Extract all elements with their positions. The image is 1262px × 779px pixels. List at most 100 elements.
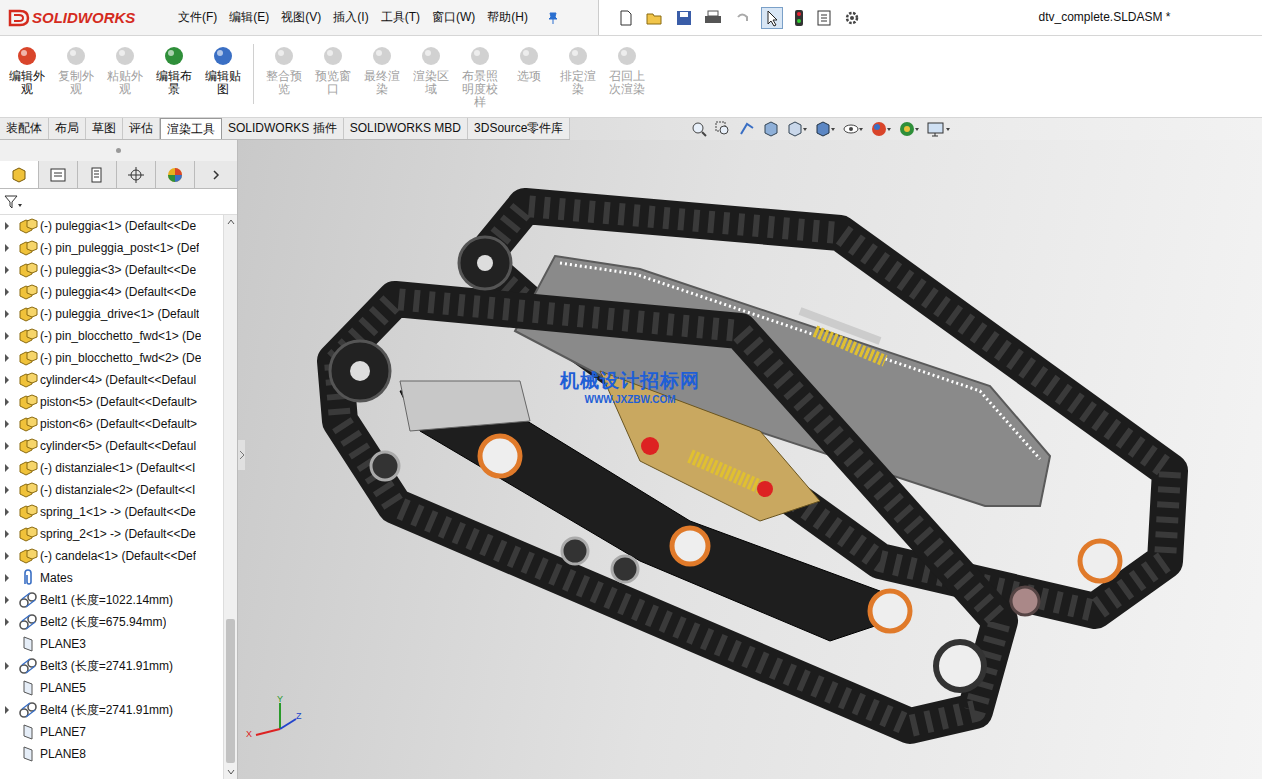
tree-item[interactable]: PLANE3 <box>0 633 223 655</box>
configuration-manager-tab[interactable] <box>78 161 117 188</box>
zoom-area-icon[interactable] <box>714 120 732 138</box>
new-document-icon[interactable] <box>617 9 635 27</box>
expand-arrow-icon[interactable] <box>3 573 11 583</box>
open-folder-icon[interactable] <box>645 9 665 27</box>
tree-item[interactable]: spring_2<1> -> (Default<<De <box>0 523 223 545</box>
display-style-icon[interactable] <box>814 120 836 138</box>
tree-item[interactable]: (-) puleggia<1> (Default<<De <box>0 215 223 237</box>
command-tab[interactable]: 装配体 <box>0 118 49 139</box>
tree-item[interactable]: (-) puleggia<4> (Default<<De <box>0 281 223 303</box>
ribbon-button[interactable]: 编辑布景 <box>152 44 196 96</box>
command-tab[interactable]: 渲染工具 <box>160 118 222 139</box>
property-manager-tab[interactable] <box>39 161 78 188</box>
expand-arrow-icon[interactable] <box>3 661 11 671</box>
expand-arrow-icon[interactable] <box>3 507 11 517</box>
traffic-light-icon[interactable] <box>793 9 805 27</box>
ribbon-button[interactable]: 粘贴外观 <box>103 44 147 96</box>
expand-arrow-icon[interactable] <box>3 309 11 319</box>
ribbon-button[interactable]: 预览窗口 <box>311 44 355 96</box>
panel-handle[interactable] <box>0 140 237 161</box>
ribbon-button[interactable]: 布景照明度校样 <box>458 44 502 110</box>
expand-arrow-icon[interactable] <box>3 331 11 341</box>
more-tabs-arrow[interactable] <box>195 161 237 188</box>
expand-arrow-icon[interactable] <box>3 441 11 451</box>
command-tab[interactable]: SOLIDWORKS 插件 <box>222 118 344 139</box>
expand-arrow-icon[interactable] <box>3 551 11 561</box>
view-settings-monitor-icon[interactable] <box>926 120 952 138</box>
zoom-fit-icon[interactable] <box>690 120 708 138</box>
scroll-down-icon[interactable] <box>227 769 235 775</box>
expand-arrow-icon[interactable] <box>3 485 11 495</box>
view-orientation-icon[interactable] <box>786 120 808 138</box>
file-properties-icon[interactable] <box>815 9 833 27</box>
expand-arrow-icon[interactable] <box>3 529 11 539</box>
ribbon-button[interactable]: 排定渲染 <box>556 44 600 96</box>
pin-icon[interactable] <box>546 11 560 25</box>
hide-show-items-icon[interactable] <box>842 120 864 138</box>
tree-item[interactable]: (-) pin_blocchetto_fwd<2> (De <box>0 347 223 369</box>
edit-appearance-icon[interactable] <box>870 120 892 138</box>
tree-item[interactable]: (-) pin_puleggia_post<1> (Def <box>0 237 223 259</box>
expand-arrow-icon[interactable] <box>3 419 11 429</box>
collapse-panel-handle[interactable] <box>238 440 245 470</box>
expand-arrow-icon[interactable] <box>3 397 11 407</box>
ribbon-button[interactable]: 最终渲染 <box>360 44 404 96</box>
dimxpert-tab[interactable] <box>117 161 156 188</box>
scroll-up-icon[interactable] <box>227 219 235 225</box>
save-icon[interactable] <box>675 9 693 27</box>
menu-item[interactable]: 窗口(W) <box>432 9 475 26</box>
menu-item[interactable]: 编辑(E) <box>229 9 269 26</box>
undo-icon[interactable] <box>733 9 751 27</box>
previous-view-icon[interactable] <box>738 120 756 138</box>
expand-arrow-icon[interactable] <box>3 705 11 715</box>
tree-item[interactable]: (-) distanziale<1> (Default<<I <box>0 457 223 479</box>
tracked-vehicle-model[interactable] <box>238 140 1262 776</box>
tree-item[interactable]: piston<6> (Default<<Default> <box>0 413 223 435</box>
section-view-icon[interactable] <box>762 120 780 138</box>
expand-arrow-icon[interactable] <box>3 221 11 231</box>
expand-arrow-icon[interactable] <box>3 243 11 253</box>
menu-item[interactable]: 工具(T) <box>381 9 420 26</box>
tree-item[interactable]: PLANE5 <box>0 677 223 699</box>
tree-item[interactable]: PLANE7 <box>0 721 223 743</box>
command-tab[interactable]: 草图 <box>86 118 123 139</box>
menu-item[interactable]: 插入(I) <box>333 9 368 26</box>
expand-arrow-icon[interactable] <box>3 463 11 473</box>
options-gear-icon[interactable] <box>843 9 861 27</box>
tree-item[interactable]: (-) puleggia_drive<1> (Default <box>0 303 223 325</box>
menu-item[interactable]: 视图(V) <box>281 9 321 26</box>
tree-scrollbar[interactable] <box>223 215 237 779</box>
ribbon-button[interactable]: 选项 <box>507 44 551 83</box>
apply-scene-icon[interactable] <box>898 120 920 138</box>
ribbon-button[interactable]: 渲染区域 <box>409 44 453 96</box>
ribbon-button[interactable]: 编辑外观 <box>5 44 49 96</box>
tree-item[interactable]: spring_1<1> -> (Default<<De <box>0 501 223 523</box>
expand-arrow-icon[interactable] <box>3 265 11 275</box>
tree-item[interactable]: Belt4 (长度=2741.91mm) <box>0 699 223 721</box>
expand-arrow-icon[interactable] <box>3 287 11 297</box>
tree-item[interactable]: (-) distanziale<2> (Default<<I <box>0 479 223 501</box>
command-tab[interactable]: 布局 <box>49 118 86 139</box>
ribbon-button[interactable]: 召回上次渲染 <box>605 44 649 96</box>
print-icon[interactable] <box>703 9 723 27</box>
tree-item[interactable]: Belt3 (长度=2741.91mm) <box>0 655 223 677</box>
menu-item[interactable]: 文件(F) <box>178 9 217 26</box>
tree-item[interactable]: (-) candela<1> (Default<<Def <box>0 545 223 567</box>
tree-item[interactable]: Mates <box>0 567 223 589</box>
expand-arrow-icon[interactable] <box>3 617 11 627</box>
ribbon-button[interactable]: 整合预览 <box>262 44 306 96</box>
tree-item[interactable]: piston<5> (Default<<Default> <box>0 391 223 413</box>
menu-item[interactable]: 帮助(H) <box>487 9 528 26</box>
tree-filter[interactable] <box>0 189 237 215</box>
select-arrow-icon[interactable] <box>761 7 783 29</box>
graphics-area[interactable]: 机械设计招标网WWW.JXZBW.COMYXZ <box>238 140 1262 779</box>
tree-item[interactable]: Belt2 (长度=675.94mm) <box>0 611 223 633</box>
expand-arrow-icon[interactable] <box>3 375 11 385</box>
ribbon-button[interactable]: 复制外观 <box>54 44 98 96</box>
expand-arrow-icon[interactable] <box>3 353 11 363</box>
expand-arrow-icon[interactable] <box>3 595 11 605</box>
feature-manager-tab[interactable] <box>0 161 39 188</box>
command-tab[interactable]: 3DSource零件库 <box>468 118 570 139</box>
scrollbar-thumb[interactable] <box>226 619 235 763</box>
tree-item[interactable]: PLANE8 <box>0 743 223 765</box>
